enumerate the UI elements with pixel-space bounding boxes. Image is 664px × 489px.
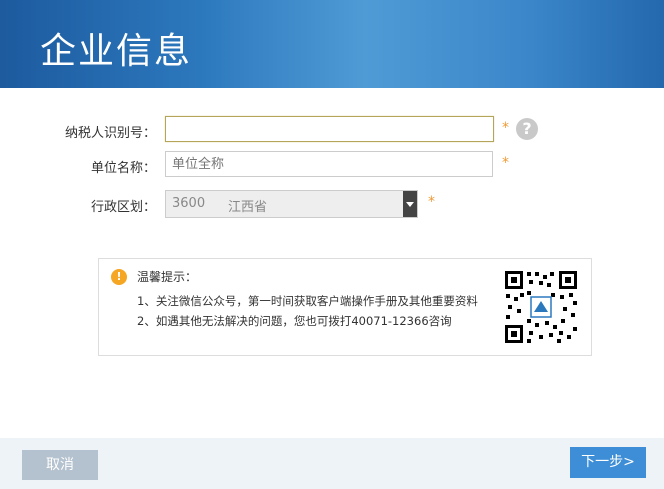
required-mark: *: [428, 194, 435, 210]
footer-bar: 取消 下一步>: [0, 438, 664, 489]
next-step-button[interactable]: 下一步>: [570, 447, 646, 478]
notice-box: ! 温馨提示： 1、关注微信公众号，第一时间获取客户端操作手册及其他重要资料 2…: [98, 258, 592, 356]
unit-name-label: 单位名称：: [90, 161, 156, 176]
taxpayer-id-row: 纳税人识别号： * ?: [0, 116, 664, 146]
unit-name-input[interactable]: [165, 151, 493, 177]
taxpayer-id-label: 纳税人识别号：: [64, 126, 156, 141]
notice-line: 1、关注微信公众号，第一时间获取客户端操作手册及其他重要资料: [137, 294, 478, 308]
notice-line: 2、如遇其他无法解决的问题，您也可拨打40071-12366咨询: [137, 314, 452, 328]
page-title: 企业信息: [40, 31, 193, 72]
help-icon[interactable]: ?: [516, 118, 538, 140]
form-area: 纳税人识别号： * ? 单位名称： * 行政区划： 3600 江西省 * ! 温…: [0, 88, 664, 438]
dropdown-arrow-icon[interactable]: [403, 191, 417, 217]
region-province: 江西省: [228, 200, 268, 215]
warning-icon: !: [111, 269, 127, 285]
required-mark: *: [502, 120, 509, 136]
required-mark: *: [502, 155, 509, 171]
notice-title: 温馨提示：: [137, 270, 198, 284]
taxpayer-id-input[interactable]: [165, 116, 494, 142]
qr-code-icon: [503, 269, 579, 345]
region-select[interactable]: 3600 江西省: [165, 190, 418, 218]
region-row: 行政区划： 3600 江西省 *: [0, 190, 664, 220]
unit-name-row: 单位名称： *: [0, 151, 664, 181]
region-code: 3600: [172, 196, 206, 211]
cancel-button[interactable]: 取消: [22, 450, 98, 480]
region-label: 行政区划：: [90, 200, 156, 215]
header-banner: 企业信息: [0, 0, 664, 88]
